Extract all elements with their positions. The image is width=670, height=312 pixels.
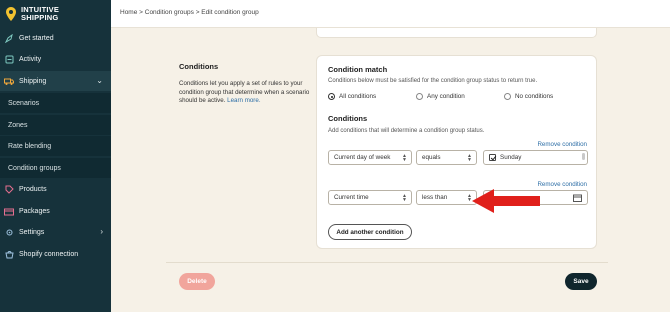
package-icon bbox=[4, 206, 14, 216]
chevron-right-icon: › bbox=[100, 227, 103, 236]
chevron-updown-icon: ▲ ▼ bbox=[467, 153, 472, 163]
conditions-card: Condition match Conditions below must be… bbox=[316, 55, 597, 249]
top-bar: Home > Condition groups > Edit condition… bbox=[111, 0, 670, 28]
remove-condition-link[interactable]: Remove condition bbox=[537, 141, 587, 148]
scrollbar[interactable] bbox=[582, 153, 585, 160]
remove-condition-link[interactable]: Remove condition bbox=[537, 181, 587, 188]
sidebar-item-label: Rate blending bbox=[8, 142, 52, 150]
section-title: Conditions bbox=[179, 62, 219, 71]
shopify-icon bbox=[4, 249, 14, 259]
sidebar-item-condition-groups[interactable]: Condition groups bbox=[0, 158, 111, 178]
sidebar-item-shopify-connection[interactable]: Shopify connection bbox=[0, 244, 111, 264]
section-description: Conditions let you apply a set of rules … bbox=[179, 80, 311, 106]
tag-icon bbox=[4, 184, 14, 194]
footer-divider bbox=[166, 262, 608, 263]
add-another-condition-button[interactable]: Add another condition bbox=[328, 224, 412, 240]
sidebar-item-scenarios[interactable]: Scenarios bbox=[0, 93, 111, 113]
condition-operator-select[interactable]: less than ▲ ▼ bbox=[416, 190, 477, 205]
sidebar-item-label: Settings bbox=[19, 228, 45, 236]
gear-icon bbox=[4, 227, 14, 237]
red-arrow-icon bbox=[472, 189, 540, 213]
radio-unselected-icon bbox=[416, 93, 423, 100]
sidebar-item-get-started[interactable]: Get started bbox=[0, 28, 111, 48]
learn-more-link[interactable]: Learn more. bbox=[227, 97, 260, 104]
conditions-title: Conditions bbox=[328, 114, 368, 123]
condition-field-select[interactable]: Current day of week ▲ ▼ bbox=[328, 150, 412, 165]
activity-icon bbox=[4, 54, 14, 64]
condition-match-options: All conditions Any condition No conditio… bbox=[328, 93, 553, 100]
rocket-icon bbox=[4, 33, 14, 43]
condition-match-title: Condition match bbox=[328, 65, 388, 74]
sidebar-item-settings[interactable]: Settings › bbox=[0, 222, 111, 242]
sidebar-item-label: Products bbox=[19, 185, 47, 193]
save-button[interactable]: Save bbox=[565, 273, 597, 290]
sidebar-item-packages[interactable]: Packages bbox=[0, 201, 111, 221]
brand-line-2: SHIPPING bbox=[21, 13, 59, 22]
checkbox-checked-icon[interactable] bbox=[489, 154, 496, 161]
sidebar-item-activity[interactable]: Activity bbox=[0, 49, 111, 69]
radio-no-conditions[interactable]: No conditions bbox=[504, 93, 553, 100]
sidebar-item-label: Shopify connection bbox=[19, 250, 79, 258]
sidebar-item-label: Get started bbox=[19, 34, 54, 42]
condition-value-select[interactable]: Sunday bbox=[483, 150, 588, 165]
radio-any-condition[interactable]: Any condition bbox=[416, 93, 504, 100]
sidebar-item-products[interactable]: Products bbox=[0, 179, 111, 199]
sidebar-item-label: Packages bbox=[19, 207, 50, 215]
radio-all-conditions[interactable]: All conditions bbox=[328, 93, 416, 100]
breadcrumb[interactable]: Home > Condition groups > Edit condition… bbox=[120, 9, 259, 16]
sidebar-item-rate-blending[interactable]: Rate blending bbox=[0, 136, 111, 156]
condition-field-select[interactable]: Current time ▲ ▼ bbox=[328, 190, 412, 205]
sidebar: INTUITIVE SHIPPING Get started Activity … bbox=[0, 0, 111, 312]
sidebar-item-label: Scenarios bbox=[8, 99, 40, 107]
chevron-updown-icon: ▲ ▼ bbox=[402, 193, 407, 203]
sidebar-item-label: Condition groups bbox=[8, 164, 61, 172]
chevron-updown-icon: ▲ ▼ bbox=[402, 153, 407, 163]
truck-icon bbox=[4, 76, 14, 86]
sidebar-item-label: Shipping bbox=[19, 77, 47, 85]
delete-button[interactable]: Delete bbox=[179, 273, 215, 290]
sidebar-item-zones[interactable]: Zones bbox=[0, 115, 111, 135]
condition-match-description: Conditions below must be satisfied for t… bbox=[328, 78, 538, 84]
radio-unselected-icon bbox=[504, 93, 511, 100]
conditions-description: Add conditions that will determine a con… bbox=[328, 128, 485, 134]
sidebar-item-label: Activity bbox=[19, 55, 42, 63]
sidebar-item-shipping[interactable]: Shipping ⌄ bbox=[0, 71, 111, 91]
app-logo[interactable]: INTUITIVE SHIPPING bbox=[0, 0, 111, 28]
calendar-icon[interactable] bbox=[573, 194, 582, 204]
location-pin-icon bbox=[6, 7, 16, 21]
condition-operator-select[interactable]: equals ▲ ▼ bbox=[416, 150, 477, 165]
radio-selected-icon bbox=[328, 93, 335, 100]
sidebar-item-label: Zones bbox=[8, 121, 28, 129]
previous-card bbox=[316, 28, 597, 38]
chevron-down-icon: ⌄ bbox=[96, 76, 103, 85]
